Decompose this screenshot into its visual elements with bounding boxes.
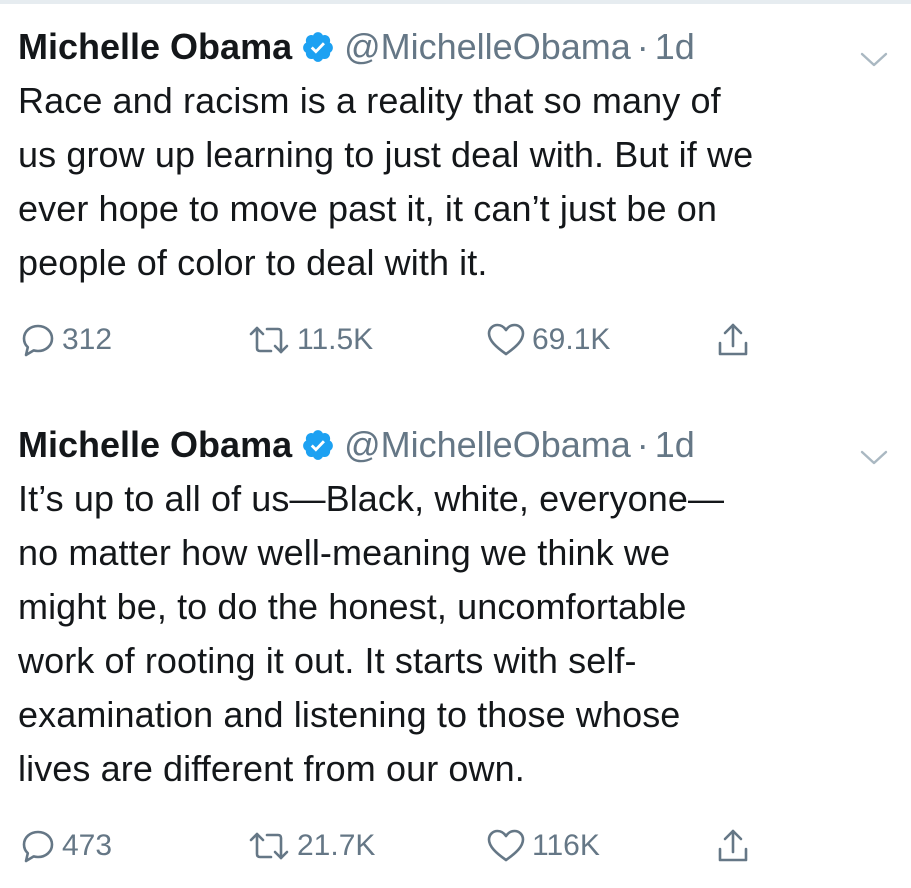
- tweet-text: It’s up to all of us—Black, white, every…: [18, 478, 725, 789]
- retweet-button[interactable]: 11.5K: [247, 316, 373, 364]
- header-separator: ·: [636, 424, 649, 465]
- reply-bubble-icon: [20, 828, 56, 864]
- like-count: 116K: [532, 829, 600, 862]
- tweet-header: Michelle Obama @MichelleObama · 1d: [0, 420, 911, 470]
- chevron-down-icon[interactable]: [859, 432, 889, 465]
- timestamp[interactable]: 1d: [655, 420, 695, 470]
- top-divider: [0, 0, 911, 4]
- reply-button[interactable]: 473: [20, 822, 112, 870]
- tweet-text: Race and racism is a reality that so man…: [18, 80, 754, 283]
- header-separator: ·: [636, 26, 649, 67]
- retweet-icon: [247, 828, 291, 864]
- tweet-actions: 473 21.7K 116K: [0, 822, 911, 870]
- share-icon: [715, 320, 751, 360]
- like-button[interactable]: 116K: [486, 822, 600, 870]
- reply-bubble-icon: [20, 322, 56, 358]
- author-handle[interactable]: @MichelleObama: [344, 22, 631, 72]
- tweet[interactable]: Michelle Obama @MichelleObama · 1d Race …: [0, 22, 911, 364]
- tweet-header: Michelle Obama @MichelleObama · 1d: [0, 22, 911, 72]
- share-icon: [715, 826, 751, 866]
- like-count: 69.1K: [532, 323, 611, 356]
- retweet-icon: [247, 322, 291, 358]
- reply-button[interactable]: 312: [20, 316, 112, 364]
- author-name[interactable]: Michelle Obama: [18, 22, 292, 72]
- like-button[interactable]: 69.1K: [486, 316, 610, 364]
- reply-count: 473: [62, 829, 113, 862]
- tweet-actions: 312 11.5K 69.1K: [0, 316, 911, 364]
- author-name[interactable]: Michelle Obama: [18, 420, 292, 470]
- verified-badge-icon: [301, 30, 335, 64]
- verified-badge-icon: [301, 428, 335, 462]
- share-button[interactable]: [715, 316, 751, 364]
- chevron-down-icon[interactable]: [859, 34, 889, 67]
- timestamp[interactable]: 1d: [655, 22, 695, 72]
- heart-icon: [486, 322, 526, 358]
- retweet-count: 21.7K: [297, 829, 376, 862]
- share-button[interactable]: [715, 822, 751, 870]
- tweet[interactable]: Michelle Obama @MichelleObama · 1d It’s …: [0, 420, 911, 870]
- retweet-count: 11.5K: [297, 323, 374, 356]
- retweet-button[interactable]: 21.7K: [247, 822, 375, 870]
- heart-icon: [486, 828, 526, 864]
- author-handle[interactable]: @MichelleObama: [344, 420, 631, 470]
- reply-count: 312: [62, 323, 113, 356]
